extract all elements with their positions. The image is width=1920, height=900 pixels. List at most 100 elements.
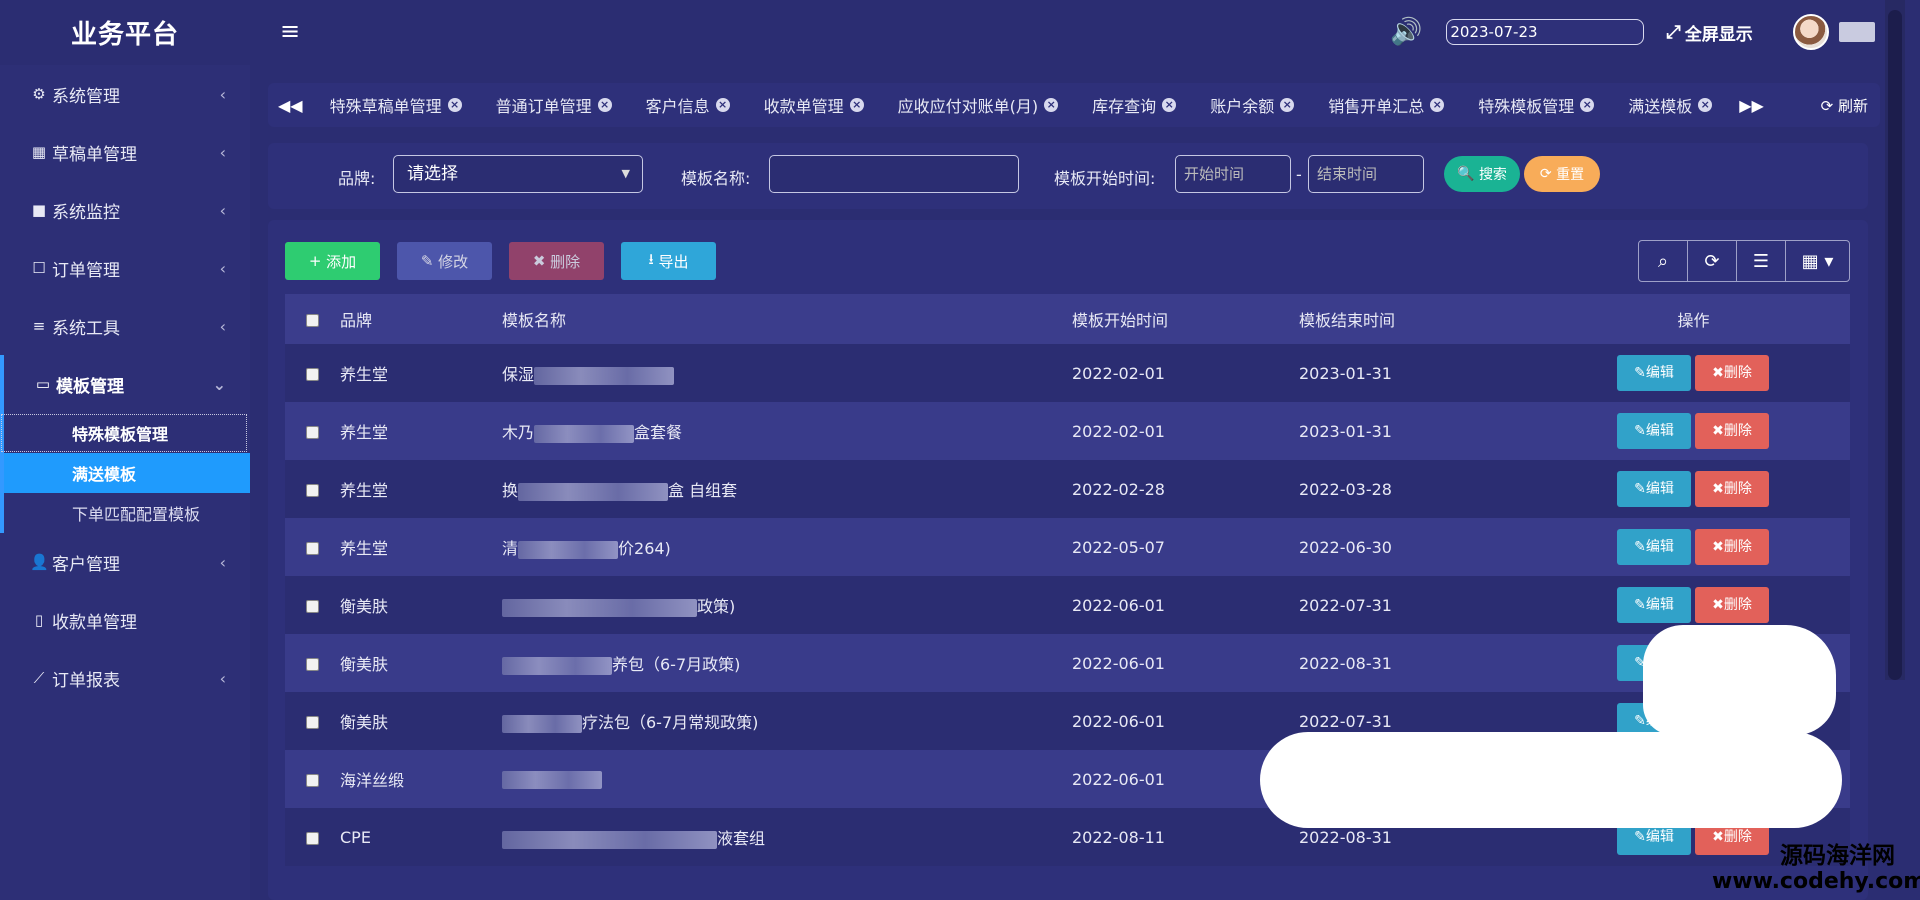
- tab-close-icon[interactable]: ×: [1430, 98, 1445, 112]
- tab-close-icon[interactable]: ×: [1580, 98, 1595, 112]
- sidebar-item-orders[interactable]: ☐ 订单管理 ‹: [0, 239, 250, 297]
- brand-cell: 衡美肤: [340, 634, 502, 692]
- row-checkbox[interactable]: [306, 657, 319, 671]
- tabs-backward-icon[interactable]: ◀◀: [268, 96, 313, 115]
- tab-close-icon[interactable]: ×: [715, 98, 730, 112]
- sidebar-item-monitor[interactable]: ■ 系统监控 ‹: [0, 181, 250, 239]
- delete-button[interactable]: ✖ 删除: [509, 242, 604, 280]
- sidebar-item-receipts[interactable]: ▯ 收款单管理: [0, 591, 250, 649]
- end-time-cell: 2023-01-31: [1299, 402, 1537, 460]
- row-checkbox[interactable]: [306, 425, 319, 439]
- row-delete-button[interactable]: ✖删除: [1695, 355, 1769, 391]
- search-button[interactable]: 🔍 搜索: [1444, 156, 1520, 192]
- sidebar-item-customers[interactable]: 👤 客户管理 ‹: [0, 533, 250, 591]
- row-edit-button[interactable]: ✎编辑: [1617, 587, 1691, 623]
- row-delete-button[interactable]: ✖删除: [1695, 529, 1769, 565]
- row-checkbox[interactable]: [306, 715, 319, 729]
- table-tools: ⌕ ⟳ ☰ ▦ ▾: [1638, 240, 1850, 282]
- tab-inventory[interactable]: 库存查询 ×: [1092, 93, 1177, 117]
- header-brand[interactable]: 品牌: [340, 294, 502, 344]
- blurred-text: [534, 424, 635, 443]
- edit-button[interactable]: ✎ 修改: [397, 242, 492, 280]
- search-panel: 品牌: 请选择 ▼ 模板名称: 模板开始时间: 开始时间 - 结束时间 🔍 搜索…: [268, 143, 1868, 209]
- tabs-forward-icon[interactable]: ▶▶: [1729, 96, 1774, 115]
- sidebar-item-reports[interactable]: ⟋ 订单报表 ‹: [0, 649, 250, 707]
- tab-close-icon[interactable]: ×: [1044, 98, 1059, 112]
- tab-close-icon[interactable]: ×: [447, 98, 462, 112]
- start-time-cell: 2022-02-01: [1072, 344, 1299, 402]
- tab-sales-summary[interactable]: 销售开单汇总 ×: [1328, 93, 1445, 117]
- blurred-text: [502, 770, 602, 789]
- tab-receipts[interactable]: 收款单管理 ×: [764, 93, 864, 117]
- gear-icon: ⚙: [32, 85, 46, 103]
- template-name-input[interactable]: [769, 155, 1019, 193]
- user-name[interactable]: [1838, 22, 1875, 42]
- date-picker-input[interactable]: [1446, 19, 1645, 45]
- header-start-time[interactable]: 模板开始时间: [1072, 294, 1299, 344]
- refresh-tabs-button[interactable]: ⟳ 刷新: [1821, 95, 1868, 116]
- blurred-text: [518, 540, 619, 559]
- refresh-icon[interactable]: ⟳: [1688, 241, 1737, 281]
- header-template-name[interactable]: 模板名称: [502, 294, 1072, 344]
- row-checkbox[interactable]: [306, 367, 319, 381]
- row-edit-button[interactable]: ✎编辑: [1617, 413, 1691, 449]
- row-edit-button[interactable]: ✎编辑: [1617, 529, 1691, 565]
- fullscreen-button[interactable]: ⤢ 全屏显示: [1666, 20, 1752, 45]
- tab-close-icon[interactable]: ×: [1162, 98, 1177, 112]
- end-time-input[interactable]: 结束时间: [1308, 155, 1424, 193]
- start-time-input[interactable]: 开始时间: [1175, 155, 1291, 193]
- columns-icon[interactable]: ▦ ▾: [1786, 241, 1849, 281]
- sidebar-item-templates[interactable]: ▭ 模板管理 ⌄: [0, 355, 250, 413]
- tab-balance[interactable]: 账户余额 ×: [1210, 93, 1295, 117]
- row-delete-button[interactable]: ✖删除: [1695, 587, 1769, 623]
- sidebar-item-drafts[interactable]: ▦ 草稿单管理 ‹: [0, 123, 250, 181]
- brand-select[interactable]: 请选择 ▼: [393, 155, 643, 193]
- speaker-icon[interactable]: 🔊: [1390, 17, 1422, 47]
- template-name-cell: 疗法包（6-7月常规政策): [502, 692, 1072, 750]
- row-checkbox[interactable]: [306, 483, 319, 497]
- sidebar-subitem-special-templates[interactable]: 特殊模板管理: [0, 413, 248, 453]
- tab-statements[interactable]: 应收应付对账单(月) ×: [898, 93, 1059, 117]
- tab-close-icon[interactable]: ×: [849, 98, 864, 112]
- row-delete-button[interactable]: ✖删除: [1695, 413, 1769, 449]
- row-checkbox[interactable]: [306, 541, 319, 555]
- caret-down-icon: ▼: [621, 167, 630, 180]
- calendar-icon: ▦: [31, 143, 47, 161]
- sidebar-subitem-gift-template[interactable]: 满送模板: [0, 453, 250, 493]
- sidebar-item-tools[interactable]: ≡ 系统工具 ‹: [0, 297, 250, 355]
- tab-close-icon[interactable]: ×: [597, 98, 612, 112]
- row-delete-label: 删除: [1723, 423, 1752, 439]
- row-edit-button[interactable]: ✎编辑: [1617, 355, 1691, 391]
- tab-close-icon[interactable]: ×: [1280, 98, 1295, 112]
- list-icon[interactable]: ☰: [1737, 241, 1786, 281]
- name-suffix: 政策): [697, 597, 736, 616]
- search-icon[interactable]: ⌕: [1639, 241, 1688, 281]
- sidebar-item-system[interactable]: ⚙ 系统管理 ‹: [0, 65, 250, 123]
- tab-special-drafts[interactable]: 特殊草稿单管理 ×: [330, 93, 462, 117]
- row-edit-button[interactable]: ✎编辑: [1617, 471, 1691, 507]
- sidebar-subitem-order-match-template[interactable]: 下单匹配配置模板: [0, 493, 250, 533]
- row-checkbox[interactable]: [306, 773, 319, 787]
- tab-close-icon[interactable]: ×: [1698, 98, 1713, 112]
- select-all-checkbox[interactable]: [306, 313, 319, 327]
- brand-cell: 养生堂: [340, 460, 502, 518]
- reset-button[interactable]: ⟳ 重置: [1524, 156, 1600, 192]
- row-delete-button[interactable]: ✖删除: [1695, 471, 1769, 507]
- avatar[interactable]: [1792, 14, 1829, 50]
- table-row: 衡美肤 政策) 2022-06-01 2022-07-31 ✎编辑 ✖删除: [285, 576, 1850, 634]
- row-edit-label: 编辑: [1645, 597, 1674, 613]
- header-end-time[interactable]: 模板结束时间: [1299, 294, 1537, 344]
- tab-gift-template[interactable]: 满送模板 ×: [1628, 93, 1713, 117]
- tab-special-templates[interactable]: 特殊模板管理 ×: [1478, 93, 1595, 117]
- scrollbar-thumb[interactable]: [1888, 10, 1902, 680]
- tab-label: 应收应付对账单(月): [897, 97, 1039, 116]
- tab-customer-info[interactable]: 客户信息 ×: [646, 93, 730, 117]
- actions-cell: ✎编辑✖删除: [1537, 344, 1850, 402]
- tab-normal-orders[interactable]: 普通订单管理 ×: [496, 93, 612, 117]
- export-button[interactable]: ⭳ 导出: [621, 242, 716, 280]
- add-button[interactable]: + 添加: [285, 242, 380, 280]
- row-checkbox[interactable]: [306, 831, 319, 845]
- menu-toggle-icon[interactable]: ≡: [280, 17, 300, 45]
- blurred-text: [502, 830, 717, 849]
- row-checkbox[interactable]: [306, 599, 319, 613]
